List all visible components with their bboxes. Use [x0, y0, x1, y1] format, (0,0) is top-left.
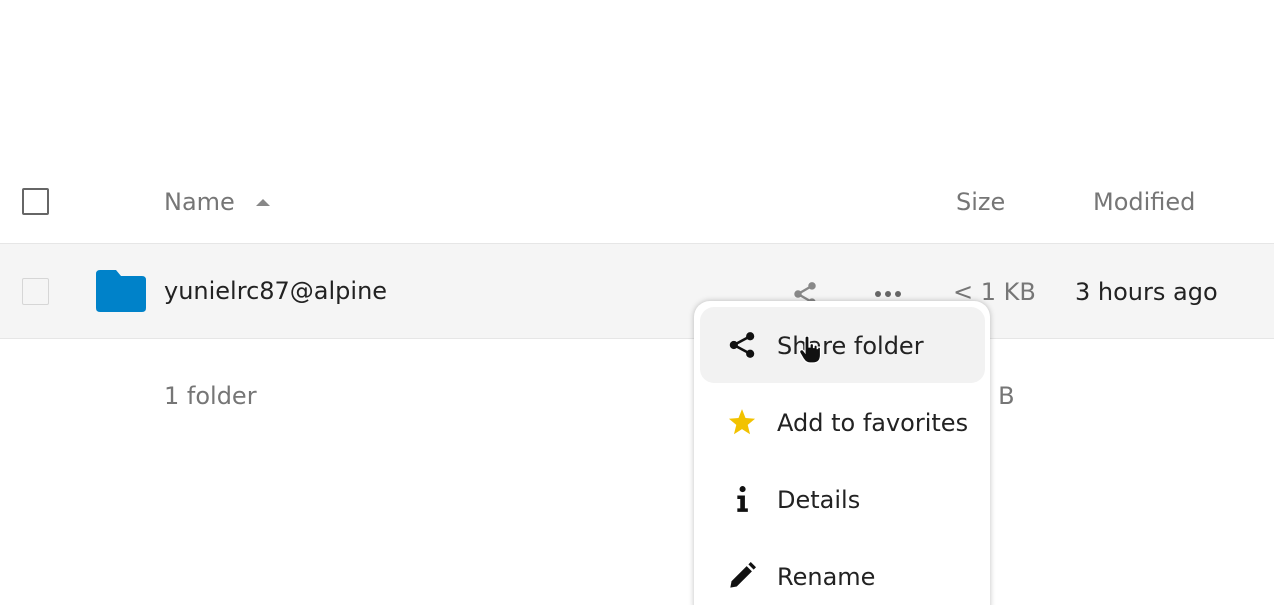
column-header-name[interactable]: Name — [164, 187, 235, 217]
star-icon — [728, 409, 756, 435]
menu-item-label: Add to favorites — [777, 409, 969, 437]
info-icon — [737, 486, 748, 512]
file-name-link[interactable]: yunielrc87@alpine — [164, 276, 387, 306]
summary-count: 1 folder — [164, 382, 257, 410]
menu-item-label: Rename — [777, 563, 876, 591]
table-row[interactable]: yunielrc87@alpine < 1 KB 3 hours ago — [0, 244, 1274, 339]
row-select-checkbox[interactable] — [22, 278, 49, 305]
column-header-size[interactable]: Size — [956, 187, 1005, 217]
menu-item-rename[interactable]: Rename — [700, 538, 985, 605]
hand-pointer-cursor-icon — [799, 336, 821, 364]
menu-item-details[interactable]: Details — [700, 461, 985, 537]
column-header-modified[interactable]: Modified — [1093, 187, 1195, 217]
share-icon — [729, 332, 755, 358]
menu-item-label: Details — [777, 486, 861, 514]
menu-item-add-to-favorites[interactable]: Add to favorites — [700, 384, 985, 460]
file-actions-menu: Share folder Add to favorites Details Re… — [694, 301, 990, 605]
folder-icon[interactable] — [96, 270, 146, 312]
files-view: Name Size Modified yunielrc87@alpine < 1… — [0, 0, 1274, 605]
pencil-icon — [730, 562, 756, 588]
select-all-checkbox[interactable] — [22, 188, 49, 215]
file-modified: 3 hours ago — [1075, 278, 1218, 306]
file-list-header: Name Size Modified — [0, 160, 1274, 244]
menu-item-share-folder[interactable]: Share folder — [700, 307, 985, 383]
sort-ascending-icon[interactable] — [256, 199, 270, 206]
